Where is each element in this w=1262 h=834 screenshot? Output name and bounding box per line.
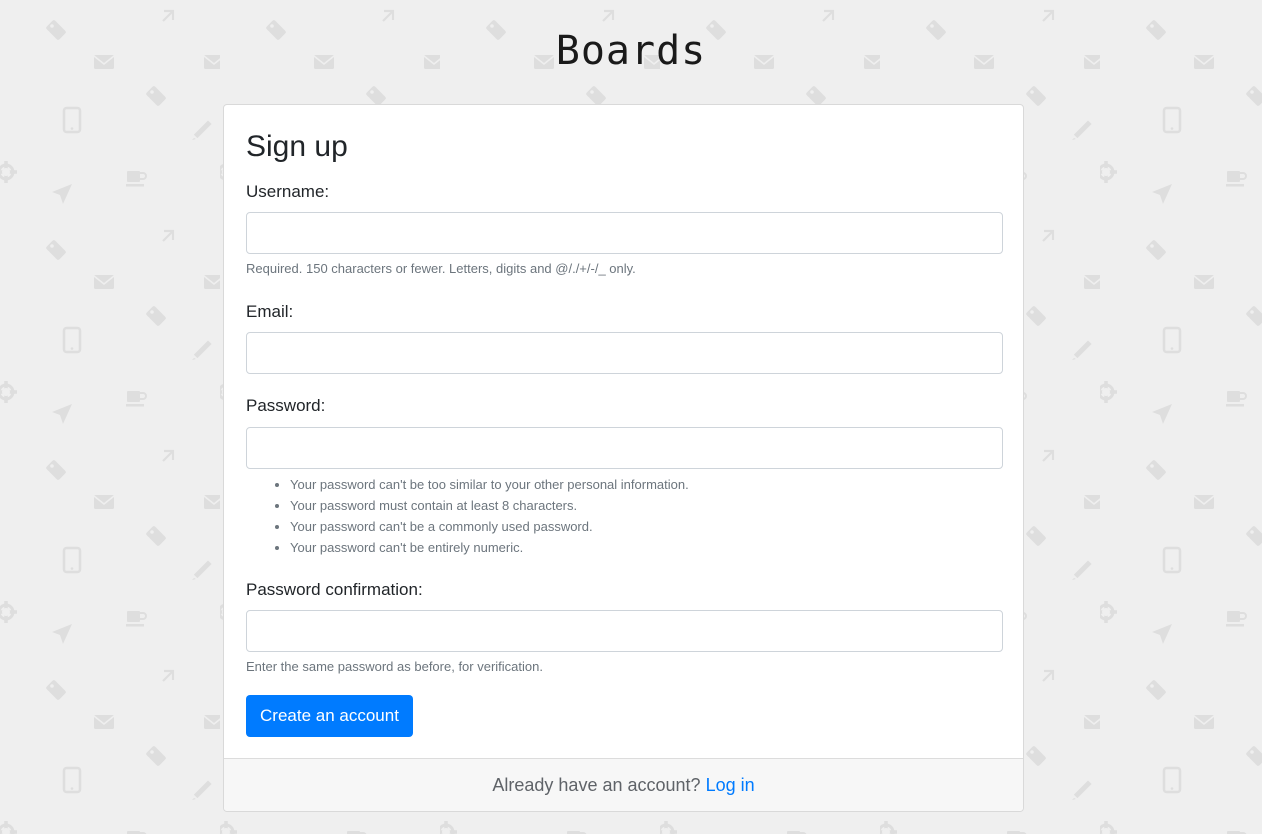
footer-text: Already have an account? [492, 775, 701, 795]
password-input[interactable] [246, 427, 1003, 469]
password-help-item: Your password can't be too similar to yo… [290, 474, 689, 495]
email-label: Email: [246, 302, 294, 321]
password-help-list: Your password can't be too similar to yo… [246, 474, 689, 558]
login-link[interactable]: Log in [706, 775, 755, 795]
password-confirmation-label: Password confirmation: [246, 580, 423, 599]
password-help-item: Your password must contain at least 8 ch… [290, 495, 689, 516]
signup-card: Sign up Username: Required. 150 characte… [223, 104, 1024, 812]
username-input[interactable] [246, 212, 1003, 254]
card-footer: Already have an account? Log in [224, 758, 1023, 811]
password-confirmation-input[interactable] [246, 610, 1003, 652]
username-help-text: Required. 150 characters or fewer. Lette… [246, 261, 636, 276]
brand-logo[interactable]: Boards [0, 28, 1262, 74]
create-account-button[interactable]: Create an account [246, 695, 413, 737]
email-input[interactable] [246, 332, 1003, 374]
signup-title: Sign up [246, 130, 348, 163]
password-help-item: Your password can't be a commonly used p… [290, 516, 689, 537]
password-label: Password: [246, 396, 326, 415]
username-label: Username: [246, 182, 330, 201]
password-confirmation-help-text: Enter the same password as before, for v… [246, 659, 543, 674]
password-help-item: Your password can't be entirely numeric. [290, 537, 689, 558]
